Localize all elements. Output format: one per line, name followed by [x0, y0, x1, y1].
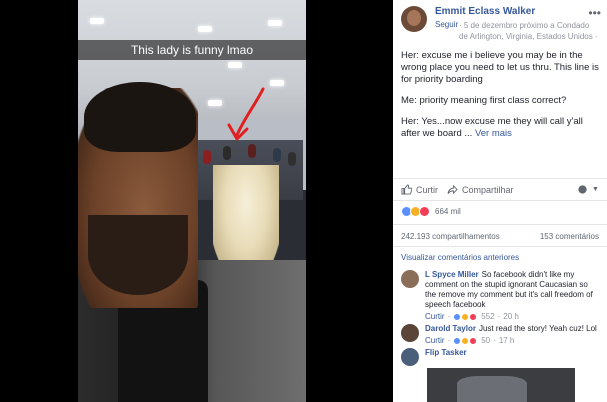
- author-name[interactable]: Emmit Eclass Walker: [435, 6, 535, 17]
- red-arrow-icon: [227, 87, 265, 141]
- comment-attached-image[interactable]: [427, 368, 575, 402]
- view-previous-comments-link[interactable]: Visualizar comentários anteriores: [401, 253, 519, 262]
- post-text: Her: excuse me i believe you may be in t…: [401, 50, 599, 149]
- commenter-name[interactable]: Flip Tasker: [425, 348, 467, 357]
- divider: [393, 200, 607, 201]
- photo-viewer: This lady is funny lmao: [0, 0, 393, 402]
- commenter-avatar[interactable]: [401, 348, 419, 366]
- more-icon[interactable]: •••: [588, 6, 601, 20]
- love-reaction-icon: [469, 337, 478, 345]
- separator: ·: [497, 312, 501, 321]
- man-hair: [84, 82, 196, 152]
- separator: ·: [493, 336, 496, 345]
- ceiling-light: [270, 80, 284, 86]
- ceiling-light: [198, 26, 212, 32]
- like-label: Curtir: [416, 184, 438, 195]
- thumbs-up-icon: [401, 184, 412, 195]
- person: [248, 144, 256, 158]
- haha-reaction-icon: [461, 313, 470, 321]
- share-icon: [447, 184, 458, 195]
- author-avatar[interactable]: [401, 6, 427, 32]
- ceiling-light: [268, 20, 282, 26]
- commenter-name[interactable]: L Spyce Miller: [425, 270, 479, 279]
- comment-footer: Curtir · 50 · 17 h: [425, 336, 601, 346]
- separator: ·: [447, 336, 451, 345]
- haha-reaction-icon: [461, 337, 470, 345]
- comment-body: Darold Taylor Just read the story! Yeah c…: [425, 324, 601, 346]
- share-label: Compartilhar: [462, 184, 514, 195]
- post-paragraph: Her: Yes...now excuse me they will call …: [401, 116, 599, 140]
- person: [288, 152, 296, 166]
- comment-reaction-count[interactable]: 50: [481, 336, 490, 346]
- post-header: Emmit Eclass Walker Seguir · 5 de dezemb…: [401, 6, 601, 46]
- comment-like-link[interactable]: Curtir: [425, 336, 445, 346]
- follow-link[interactable]: Seguir: [435, 20, 458, 29]
- comment-reaction-count[interactable]: 552: [481, 312, 494, 322]
- woman-blonde-hair: [213, 165, 279, 275]
- ceiling-light: [90, 18, 104, 24]
- like-button[interactable]: Curtir: [401, 184, 438, 195]
- post-actions: Curtir Compartilhar ▼: [393, 178, 607, 200]
- globe-icon: [578, 185, 587, 194]
- post-photo[interactable]: [78, 0, 306, 402]
- post-paragraph: Me: priority meaning first class correct…: [401, 95, 567, 106]
- person: [223, 146, 231, 160]
- comments-count[interactable]: 153 comentários: [540, 232, 599, 241]
- comment-body: Flip Tasker: [425, 348, 601, 358]
- ceiling-light: [228, 62, 242, 68]
- person: [203, 150, 211, 164]
- comment-time[interactable]: 20 h: [503, 312, 519, 322]
- person: [273, 148, 281, 162]
- commenter-avatar[interactable]: [401, 324, 419, 342]
- comment-body: L Spyce Miller So facebook didn't like my…: [425, 270, 601, 322]
- share-button[interactable]: Compartilhar: [447, 184, 514, 195]
- commenter-name[interactable]: Darold Taylor: [425, 324, 476, 333]
- love-reaction-icon: [469, 313, 478, 321]
- ceiling-light: [208, 100, 222, 106]
- man-beard: [88, 215, 188, 295]
- see-more-link[interactable]: Ver mais: [475, 128, 512, 139]
- shares-count[interactable]: 242.193 compartilhamentos: [401, 232, 500, 241]
- stats-row: 242.193 compartilhamentos 153 comentário…: [401, 232, 599, 241]
- commenter-avatar[interactable]: [401, 270, 419, 288]
- like-reaction-icon: [453, 313, 462, 321]
- chevron-down-icon: ▼: [592, 186, 599, 193]
- photo-caption: This lady is funny lmao: [78, 40, 306, 60]
- divider: [393, 246, 607, 247]
- separator: ·: [447, 312, 451, 321]
- post-paragraph: Her: excuse me i believe you may be in t…: [401, 50, 599, 85]
- reactions-count: 664 mil: [435, 207, 461, 216]
- comment-like-link[interactable]: Curtir: [425, 312, 445, 322]
- comment-time[interactable]: 17 h: [499, 336, 515, 346]
- comment-footer: Curtir · 552 · 20 h: [425, 312, 601, 322]
- audience-selector[interactable]: ▼: [577, 184, 599, 195]
- love-reaction-icon: [419, 206, 430, 217]
- post-panel: Emmit Eclass Walker Seguir · 5 de dezemb…: [393, 0, 607, 402]
- divider: [393, 224, 607, 225]
- post-meta: · 5 de dezembro próximo a Condado de Arl…: [459, 21, 598, 41]
- reactions-summary[interactable]: 664 mil: [401, 206, 461, 217]
- comment-text: Just read the story! Yeah cuz! Lol: [478, 324, 597, 333]
- like-reaction-icon: [453, 337, 462, 345]
